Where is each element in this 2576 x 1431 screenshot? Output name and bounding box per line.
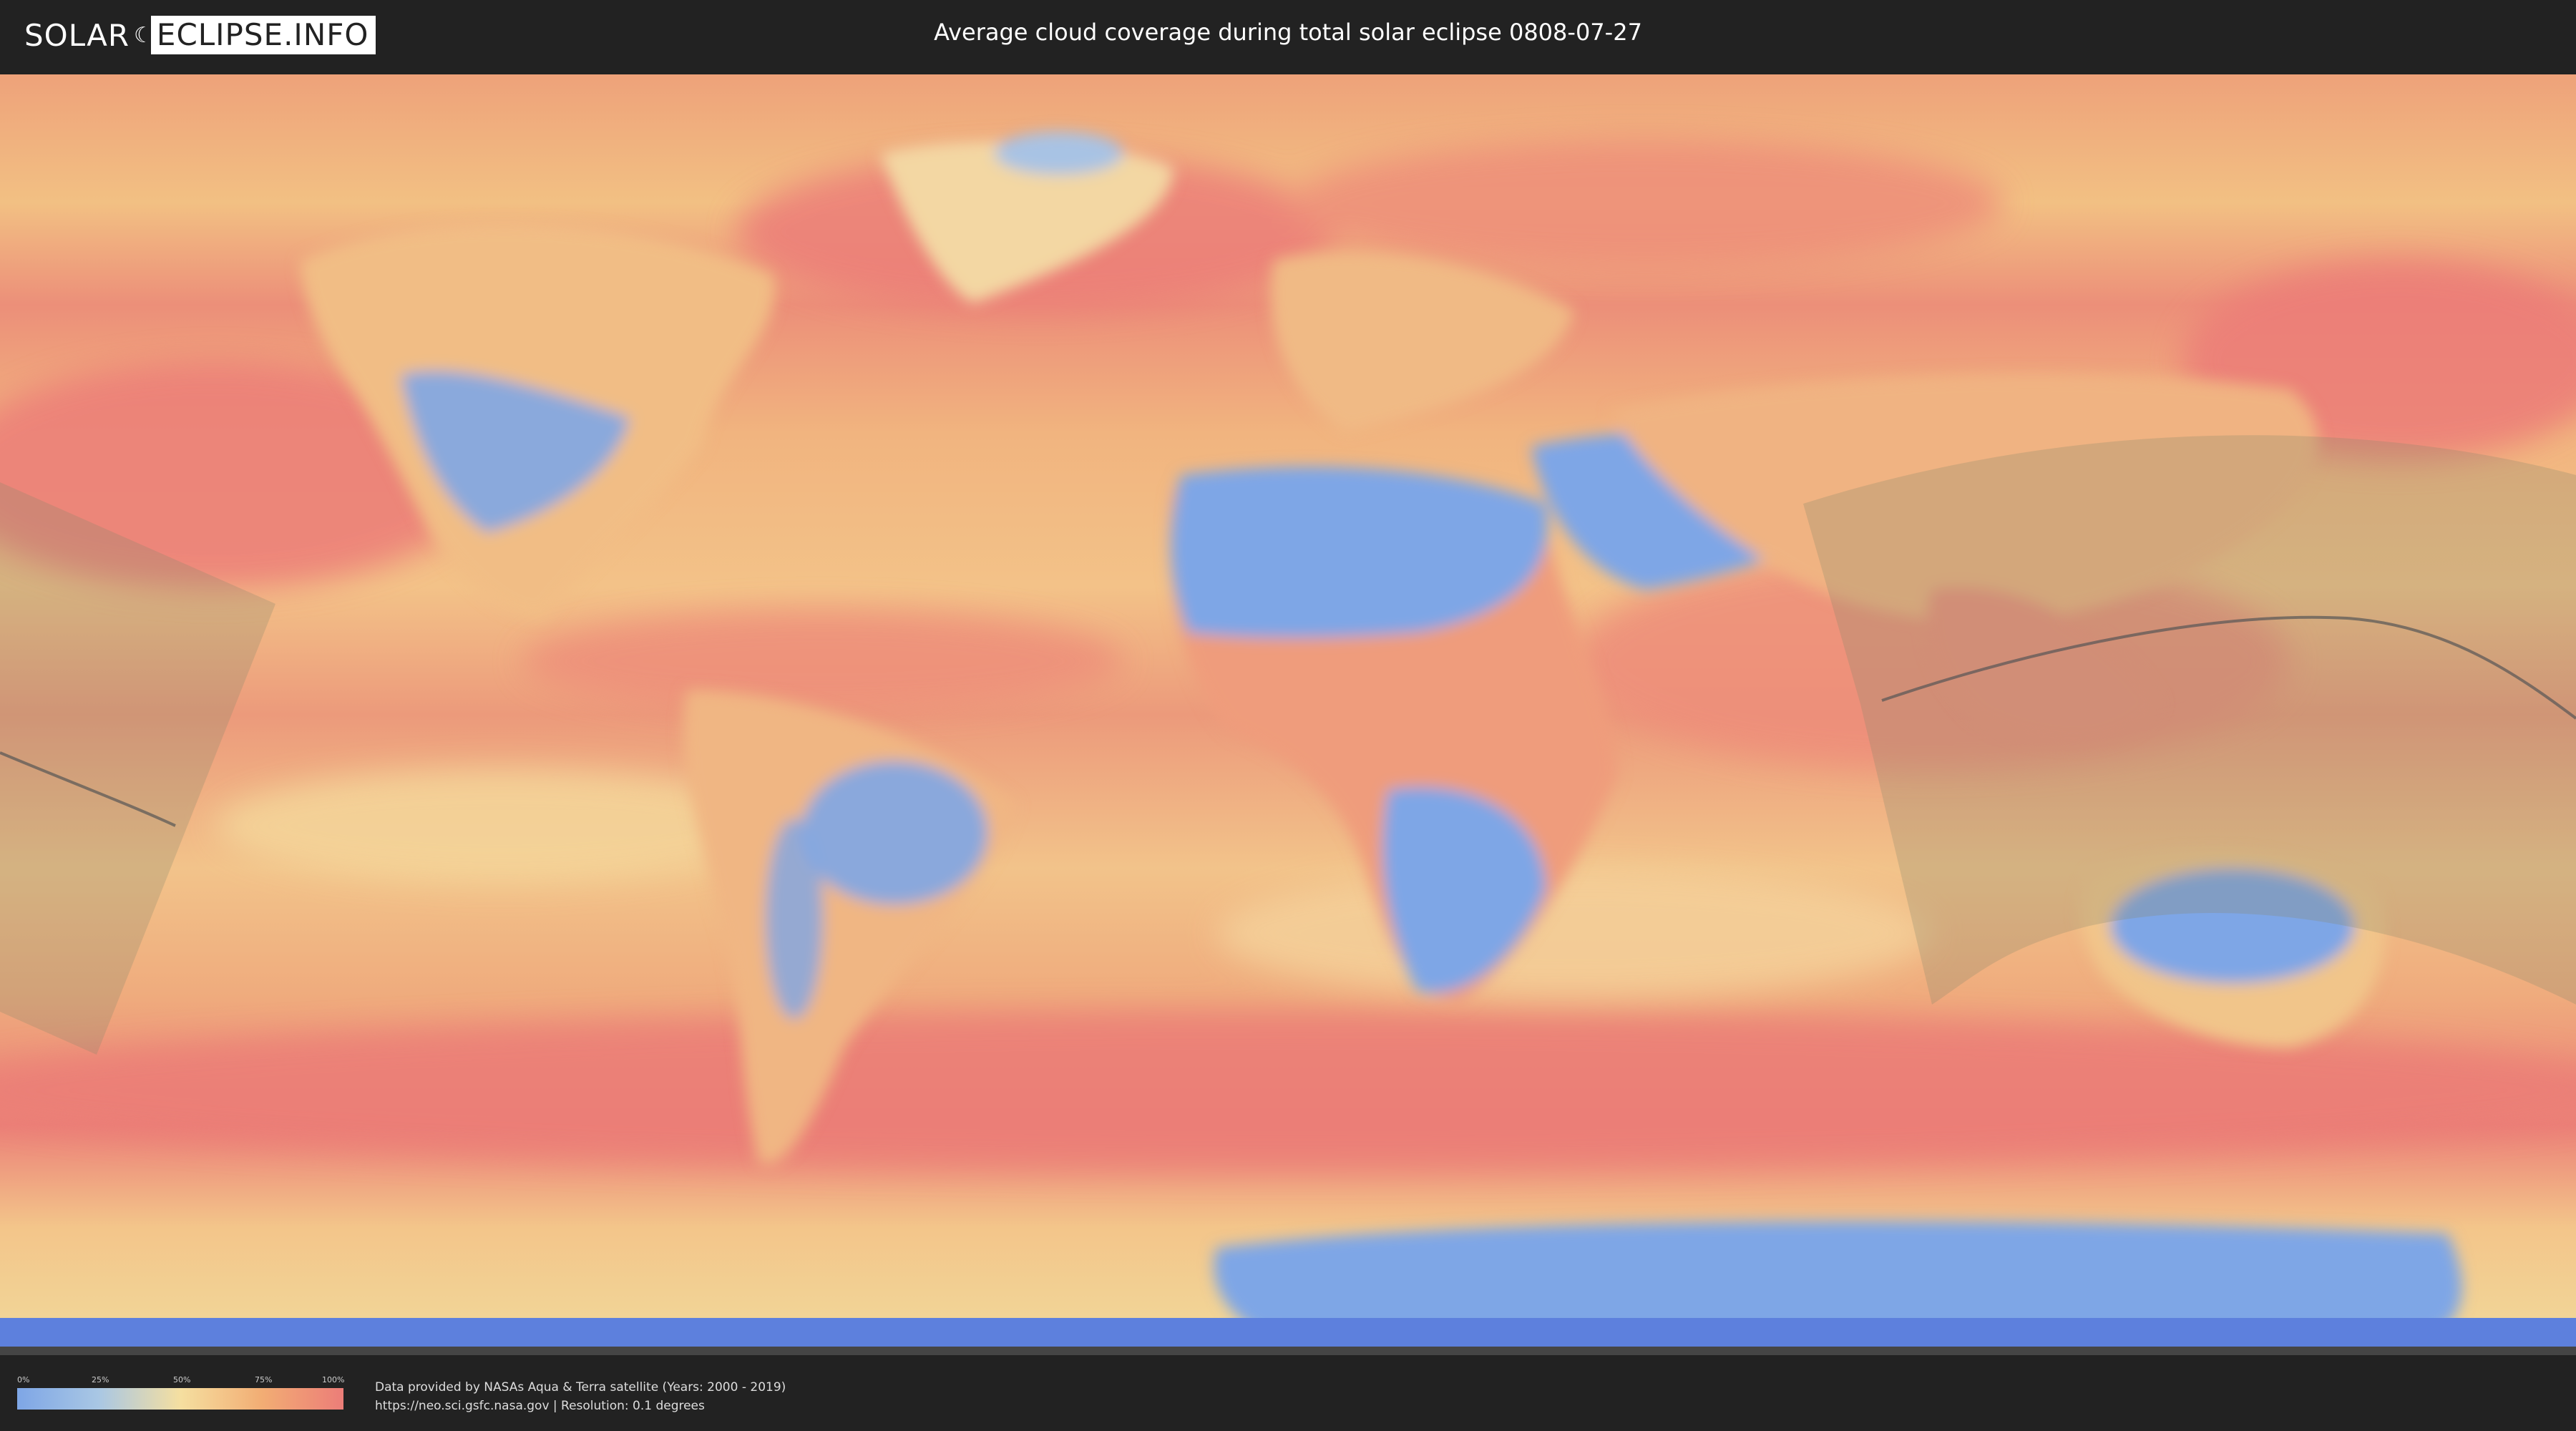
antarctic-strip — [0, 1318, 2576, 1347]
legend-tick-75: 75% — [255, 1375, 273, 1384]
cloud-coverage-legend: 0% 25% 50% 75% 100% — [17, 1375, 345, 1414]
legend-tick-25: 25% — [92, 1375, 109, 1384]
attribution-line-source: Data provided by NASAs Aqua & Terra sate… — [375, 1380, 786, 1395]
attribution-line-url: https://neo.sci.gsfc.nasa.gov | Resoluti… — [375, 1399, 705, 1413]
page: SOLAR ☾ ECLIPSE.INFO Average cloud cover… — [0, 0, 2576, 1431]
world-map-svg — [0, 74, 2576, 1355]
map-bottom-edge — [0, 1347, 2576, 1355]
header-bar: SOLAR ☾ ECLIPSE.INFO Average cloud cover… — [0, 0, 2576, 72]
legend-tick-0: 0% — [17, 1375, 30, 1384]
legend-tick-50: 50% — [173, 1375, 191, 1384]
cloud-coverage-map[interactable] — [0, 74, 2576, 1355]
data-attribution: Data provided by NASAs Aqua & Terra sate… — [375, 1378, 786, 1415]
page-title: Average cloud coverage during total sola… — [934, 19, 1642, 46]
legend-tick-100: 100% — [322, 1375, 345, 1384]
legend-color-bar — [17, 1388, 343, 1410]
footer-bar: 0% 25% 50% 75% 100% Data provided by NAS… — [0, 1357, 2576, 1431]
